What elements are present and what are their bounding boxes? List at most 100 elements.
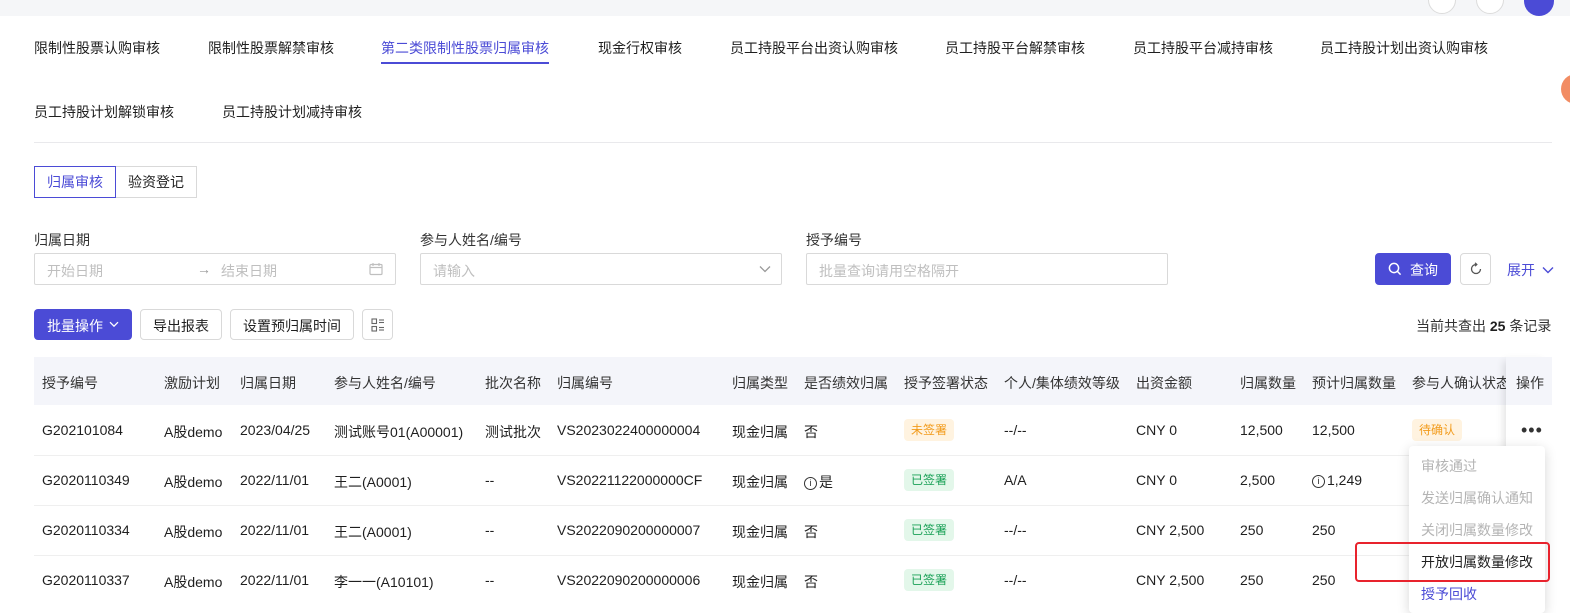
col-performance-vesting: 是否绩效归属 — [804, 375, 888, 391]
segment-control: 归属审核 验资登记 — [34, 166, 197, 198]
cell-plan: A股demo — [164, 474, 223, 490]
refresh-icon — [1470, 262, 1482, 275]
tab-class2-vesting[interactable]: 第二类限制性股票归属审核 — [381, 38, 549, 58]
col-estimated-qty: 预计归属数量 — [1312, 375, 1396, 391]
chevron-down-icon — [1542, 267, 1554, 274]
info-circle-icon[interactable]: i — [1312, 475, 1325, 488]
count-value: 25 — [1489, 318, 1506, 334]
cell-est-qty: 12,500 — [1312, 422, 1355, 438]
cell-date: 2022/11/01 — [240, 572, 310, 588]
cell-type: 现金归属 — [732, 524, 788, 540]
tab-plan-subscription[interactable]: 员工持股计划出资认购审核 — [1320, 38, 1488, 58]
col-incentive-plan: 激励计划 — [164, 375, 220, 391]
cell-vesting-no: VS2022090200000006 — [557, 572, 701, 588]
cell-date: 2023/04/25 — [240, 422, 311, 438]
calendar-icon — [369, 263, 383, 276]
cell-amount: CNY 0 — [1136, 472, 1177, 488]
date-filter-label: 归属日期 — [34, 232, 90, 248]
start-date-input[interactable]: 开始日期 — [47, 261, 103, 281]
floating-help-icon[interactable] — [1561, 74, 1570, 104]
col-vesting-type: 归属类型 — [732, 375, 788, 391]
cell-amount: CNY 0 — [1136, 422, 1177, 438]
menu-close-qty-edit[interactable]: 关闭归属数量修改 — [1421, 520, 1533, 540]
cell-level: --/-- — [1004, 422, 1027, 438]
col-vesting-no: 归属编号 — [557, 375, 613, 391]
export-report-button[interactable]: 导出报表 — [140, 309, 222, 340]
cell-type: 现金归属 — [732, 574, 788, 590]
range-arrow-icon: → — [197, 261, 211, 277]
tab-plan-reduce[interactable]: 员工持股计划减持审核 — [222, 102, 362, 122]
cell-grant-no: G202101084 — [42, 422, 123, 438]
tab-restricted-unlock[interactable]: 限制性股票解禁审核 — [208, 38, 334, 58]
tab-platform-reduce[interactable]: 员工持股平台减持审核 — [1133, 38, 1273, 58]
cell-qty: 250 — [1240, 572, 1264, 588]
tab-restricted-subscription[interactable]: 限制性股票认购审核 — [34, 38, 160, 58]
cell-perf: 否 — [804, 574, 818, 590]
col-amount: 出资金额 — [1136, 375, 1192, 391]
batch-operation-button[interactable]: 批量操作 — [34, 309, 132, 340]
column-settings-icon — [371, 318, 384, 332]
cell-participant: 王二(A0001) — [334, 524, 412, 540]
info-circle-icon[interactable]: i — [804, 477, 817, 490]
status-badge: 已签署 — [904, 519, 955, 541]
reset-button[interactable] — [1460, 253, 1491, 285]
participant-placeholder: 请输入 — [433, 263, 475, 279]
expand-link[interactable]: 展开 — [1507, 260, 1554, 280]
cell-grant-no: G2020110337 — [42, 572, 130, 588]
end-date-input[interactable]: 结束日期 — [221, 261, 277, 281]
participant-select[interactable]: 请输入 — [420, 253, 782, 285]
cell-type: 现金归属 — [732, 474, 788, 490]
status-badge: 已签署 — [904, 469, 955, 491]
col-sign-status: 授予签署状态 — [904, 375, 988, 391]
cell-est-qty: i 1,249 — [1312, 472, 1362, 488]
top-header-bar — [0, 0, 1570, 16]
cell-est-qty: 250 — [1312, 522, 1336, 538]
segment-vesting-review[interactable]: 归属审核 — [34, 166, 116, 198]
export-label: 导出报表 — [153, 318, 209, 334]
cell-est-qty-value: 1,249 — [1327, 472, 1363, 488]
grant-placeholder: 批量查询请用空格隔开 — [819, 263, 959, 279]
cell-plan: A股demo — [164, 524, 223, 540]
more-horizontal-icon[interactable]: ••• — [1521, 420, 1543, 441]
col-operation: 操作 — [1516, 375, 1544, 391]
set-time-label: 设置预归属时间 — [243, 318, 341, 334]
segment-capital-verification[interactable]: 验资登记 — [116, 166, 197, 198]
tab-cash-exercise[interactable]: 现金行权审核 — [598, 38, 682, 58]
tab-platform-unlock[interactable]: 员工持股平台解禁审核 — [945, 38, 1085, 58]
cell-vesting-no: VS2022090200000007 — [557, 522, 701, 538]
cell-perf: 否 — [804, 424, 818, 440]
chevron-down-icon — [759, 266, 771, 273]
cell-est-qty: 250 — [1312, 572, 1336, 588]
cell-level: --/-- — [1004, 522, 1027, 538]
cell-level: --/-- — [1004, 572, 1027, 588]
confirm-status-badge: 待确认 — [1412, 419, 1463, 441]
cell-qty: 12,500 — [1240, 422, 1283, 438]
cell-perf: 否 — [804, 524, 818, 540]
cell-grant-no: G2020110349 — [42, 472, 130, 488]
query-label: 查询 — [1410, 262, 1438, 278]
menu-grant-recall[interactable]: 授予回收 — [1421, 584, 1477, 604]
active-tab-indicator — [381, 62, 549, 64]
cell-perf-value: 是 — [819, 474, 833, 490]
row-divider — [34, 505, 1506, 506]
cell-type: 现金归属 — [732, 424, 788, 440]
col-batch-name: 批次名称 — [485, 375, 541, 391]
cell-plan: A股demo — [164, 424, 223, 440]
col-grant-no: 授予编号 — [42, 375, 98, 391]
row-divider — [34, 455, 1506, 456]
expand-label: 展开 — [1507, 262, 1535, 278]
set-pre-vesting-time-button[interactable]: 设置预归属时间 — [230, 309, 354, 340]
cell-batch: -- — [485, 522, 495, 538]
column-settings-button[interactable] — [362, 309, 393, 340]
menu-approve[interactable]: 审核通过 — [1421, 456, 1477, 476]
grant-number-input[interactable]: 批量查询请用空格隔开 — [806, 253, 1168, 285]
date-range-picker[interactable]: 开始日期 → 结束日期 — [34, 253, 396, 285]
menu-send-confirm-notice[interactable]: 发送归属确认通知 — [1421, 488, 1533, 508]
col-vesting-qty: 归属数量 — [1240, 375, 1296, 391]
cell-qty: 2,500 — [1240, 472, 1276, 488]
query-button[interactable]: 查询 — [1375, 253, 1451, 285]
cell-batch: -- — [485, 472, 495, 488]
tab-platform-subscription[interactable]: 员工持股平台出资认购审核 — [730, 38, 898, 58]
tab-plan-unlock[interactable]: 员工持股计划解锁审核 — [34, 102, 174, 122]
cell-grant-no: G2020110334 — [42, 522, 130, 538]
